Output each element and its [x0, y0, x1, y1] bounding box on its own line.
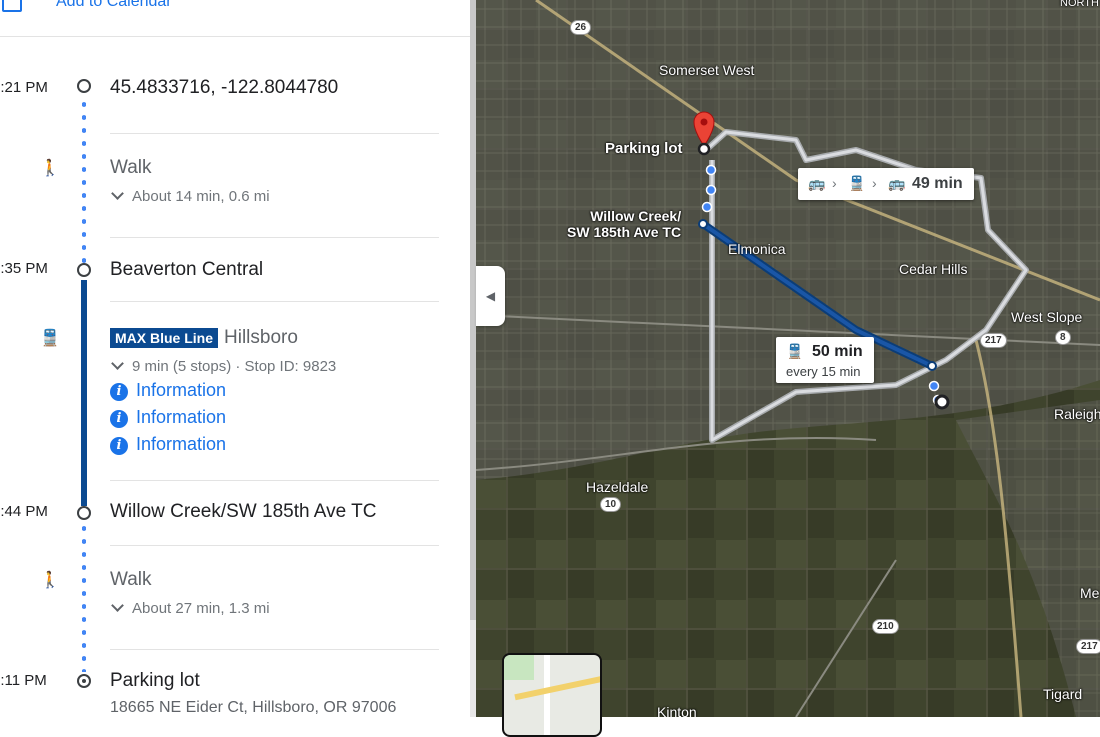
origin-time: 2:21 PM — [0, 79, 48, 96]
stop-circle-icon — [77, 506, 91, 520]
highway-shield: 8 — [1055, 330, 1071, 345]
divider — [110, 649, 439, 650]
map-label: Cedar Hills — [899, 261, 968, 277]
info-icon: i — [110, 383, 128, 401]
divider — [110, 237, 439, 238]
chevron-left-icon: ◀ — [485, 289, 496, 303]
map-label: Willow Creek/ SW 185th Ave TC — [567, 208, 682, 240]
walk-step-detail[interactable]: About 27 min, 1.3 mi — [110, 599, 270, 617]
walk-path-dots — [82, 98, 86, 264]
walk-duration: About 27 min, 1.3 mi — [132, 600, 270, 617]
map-label: Raleigh — [1054, 406, 1100, 422]
map-label: Somerset West — [659, 62, 755, 78]
map-label: NORTH PORT — [1060, 0, 1100, 9]
bus-icon: 🚌 — [808, 175, 826, 191]
destination-circle-icon — [77, 674, 91, 688]
highway-shield: 10 — [600, 497, 622, 512]
map-label: Kinton — [657, 704, 697, 717]
alt-route-time: 49 min — [912, 175, 963, 192]
transit-line-bar — [81, 280, 87, 506]
walk-icon: 🚶 — [40, 160, 60, 177]
chevron-right-icon: › — [832, 175, 837, 191]
info-icon: i — [110, 437, 128, 455]
train-icon: 🚆 — [40, 330, 60, 347]
destination-address: 18665 NE Eider Ct, Hillsboro, OR 97006 — [110, 699, 397, 716]
info-icon: i — [110, 410, 128, 428]
alternate-route-chip[interactable]: 🚌 › 🚆 › 🚌 49 min — [798, 168, 974, 200]
calendar-bar: Add to Calendar — [0, 0, 470, 37]
walk-step-detail[interactable]: About 14 min, 0.6 mi — [110, 187, 270, 205]
chevron-down-icon[interactable] — [111, 187, 124, 200]
transfer-stop-name[interactable]: Beaverton Central — [110, 259, 263, 281]
transit-line-row: MAX Blue Line Hillsboro — [110, 327, 298, 349]
divider — [110, 133, 439, 134]
line-badge[interactable]: MAX Blue Line — [110, 328, 219, 348]
map-label: Elmonica — [728, 241, 786, 257]
walk-icon: 🚶 — [40, 572, 60, 589]
map-label: Parking lot — [605, 140, 683, 157]
transit-detail[interactable]: 9 min (5 stops) · Stop ID: 9823 — [110, 357, 337, 375]
map-label: Tigard — [1043, 686, 1083, 702]
route-frequency: every 15 min — [786, 364, 861, 379]
divider — [110, 301, 439, 302]
origin-circle-icon — [77, 79, 91, 93]
map-label: Me — [1080, 585, 1100, 601]
highway-shield: 210 — [872, 619, 899, 634]
directions-panel: Add to Calendar 2:21 PM 45.4833716, -122… — [0, 0, 476, 717]
map-view[interactable]: NORTH PORT Somerset West Parking lot Wil… — [476, 0, 1100, 717]
collapse-panel-button[interactable]: ◀ — [476, 266, 505, 326]
layers-thumbnail[interactable] — [502, 653, 602, 737]
train-icon: 🚆 — [848, 175, 866, 191]
train-icon: 🚆 — [786, 343, 804, 359]
chevron-down-icon[interactable] — [111, 357, 124, 370]
highway-shield: 217 — [1076, 639, 1100, 654]
info-link[interactable]: i Information — [110, 407, 226, 428]
info-link[interactable]: i Information — [110, 380, 226, 401]
transfer-stop-name[interactable]: Willow Creek/SW 185th Ave TC — [110, 501, 376, 523]
bus-icon: 🚌 — [888, 175, 906, 191]
transfer-time: 2:35 PM — [0, 260, 48, 277]
map-label: Hazeldale — [586, 479, 649, 495]
chevron-down-icon[interactable] — [111, 599, 124, 612]
walk-step-title: Walk — [110, 569, 152, 590]
divider — [110, 480, 439, 481]
destination-time: 3:11 PM — [0, 672, 47, 689]
transfer-time: 2:44 PM — [0, 503, 48, 520]
walk-duration: About 14 min, 0.6 mi — [132, 188, 270, 205]
highway-shield: 26 — [570, 20, 592, 35]
map-label: West Slope — [1011, 309, 1083, 325]
calendar-icon[interactable] — [2, 0, 22, 12]
destination-name[interactable]: Parking lot — [110, 670, 200, 692]
transit-stops: 9 min (5 stops) · Stop ID: 9823 — [132, 358, 337, 375]
divider — [110, 545, 439, 546]
origin-name[interactable]: 45.4833716, -122.8044780 — [110, 77, 338, 99]
walk-step-title: Walk — [110, 157, 152, 178]
stop-circle-icon — [77, 263, 91, 277]
route-time: 50 min — [812, 343, 863, 360]
headsign: Hillsboro — [224, 327, 298, 348]
add-to-calendar-link[interactable]: Add to Calendar — [56, 0, 172, 11]
highway-shield: 217 — [980, 333, 1007, 348]
selected-route-chip[interactable]: 🚆 50 min every 15 min — [776, 337, 874, 383]
walk-path-dots — [82, 522, 86, 672]
info-link[interactable]: i Information — [110, 434, 226, 455]
chevron-right-icon: › — [872, 175, 877, 191]
